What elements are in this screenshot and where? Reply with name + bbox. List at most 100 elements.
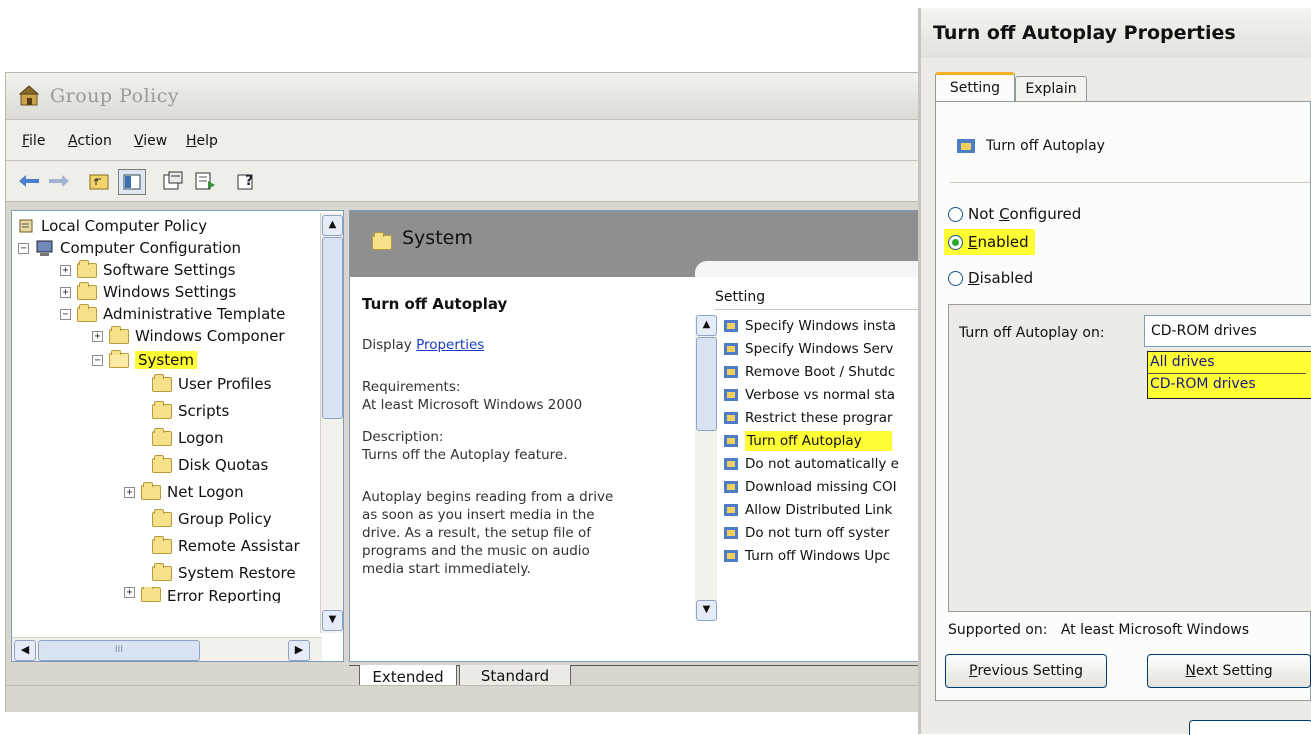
expand-icon[interactable]: + bbox=[60, 264, 71, 276]
scroll-left-button[interactable]: ◀ bbox=[14, 640, 36, 661]
dropdown-option-all-drives[interactable]: All drives bbox=[1148, 352, 1306, 374]
setting-row[interactable]: Do not automatically e bbox=[723, 453, 899, 475]
tree-item-windows-components[interactable]: + Windows Componer bbox=[92, 325, 285, 347]
scroll-right-button[interactable]: ▶ bbox=[288, 640, 310, 661]
setting-row[interactable]: Remove Boot / Shutdc bbox=[723, 361, 895, 383]
collapse-icon[interactable]: − bbox=[92, 354, 103, 366]
horizontal-scroll-thumb[interactable]: III bbox=[38, 640, 200, 661]
tree-horizontal-scrollbar[interactable]: ◀ III ▶ bbox=[12, 637, 322, 661]
description-body-line: media start immediately. bbox=[362, 561, 531, 577]
radio-button-selected[interactable] bbox=[948, 234, 963, 250]
export-list-icon[interactable] bbox=[192, 169, 218, 193]
scroll-up-button[interactable]: ▲ bbox=[696, 315, 717, 336]
folder-icon bbox=[152, 454, 172, 473]
tab-explain[interactable]: Explain bbox=[1015, 76, 1087, 102]
requirements-value: At least Microsoft Windows 2000 bbox=[362, 397, 583, 413]
tree-item-windows-settings[interactable]: + Windows Settings bbox=[60, 281, 236, 303]
tree-item-system-restore[interactable]: System Restore bbox=[152, 562, 296, 584]
scroll-thumb[interactable] bbox=[322, 237, 343, 419]
content-header-title: System bbox=[402, 227, 473, 249]
tree-item-administrative-templates[interactable]: − Administrative Template bbox=[60, 303, 285, 325]
tree-pane[interactable]: Local Computer Policy − Computer Configu… bbox=[11, 210, 344, 662]
radio-button[interactable] bbox=[948, 206, 963, 222]
tab-setting[interactable]: Setting bbox=[935, 72, 1015, 102]
group-policy-icon bbox=[18, 85, 40, 106]
folder-icon bbox=[152, 535, 172, 554]
dialog-titlebar: Turn off Autoplay Properties bbox=[921, 8, 1311, 58]
menu-view[interactable]: View bbox=[134, 133, 167, 149]
expand-icon[interactable]: + bbox=[92, 330, 103, 342]
tree-item-system[interactable]: − System bbox=[92, 349, 197, 371]
computer-icon bbox=[36, 240, 53, 256]
properties-icon[interactable] bbox=[160, 169, 186, 193]
dropdown-option-cd-rom[interactable]: CD-ROM drives bbox=[1148, 374, 1308, 396]
setting-title: Turn off Autoplay bbox=[362, 295, 508, 313]
scroll-thumb[interactable] bbox=[696, 337, 717, 431]
menubar: File Action View Help bbox=[6, 120, 934, 161]
option-disabled[interactable]: Disabled bbox=[948, 269, 1033, 287]
settings-scrollbar[interactable]: ▲ ▼ bbox=[695, 315, 717, 621]
tree-vertical-scrollbar[interactable]: ▲ ▼ bbox=[320, 213, 343, 633]
radio-button[interactable] bbox=[948, 270, 963, 286]
policy-setting-icon bbox=[724, 550, 738, 562]
policy-setting-icon bbox=[724, 320, 738, 332]
expand-icon[interactable]: + bbox=[124, 486, 135, 498]
forward-arrow-icon[interactable] bbox=[46, 169, 72, 193]
drives-dropdown-list[interactable]: All drives CD-ROM drives bbox=[1147, 351, 1311, 399]
description-body-line: Autoplay begins reading from a drive bbox=[362, 489, 614, 505]
scroll-down-button[interactable]: ▼ bbox=[322, 610, 343, 631]
folder-icon bbox=[152, 427, 172, 446]
column-header-setting[interactable]: Setting bbox=[715, 289, 933, 310]
drives-select[interactable]: CD-ROM drives bbox=[1144, 315, 1311, 347]
help-icon[interactable]: ? bbox=[234, 169, 260, 193]
next-setting-button[interactable]: Next Setting bbox=[1147, 654, 1311, 688]
tree-item-remote-assistance[interactable]: Remote Assistar bbox=[152, 535, 300, 557]
folder-icon bbox=[152, 400, 172, 419]
tree-item-logon[interactable]: Logon bbox=[152, 427, 223, 449]
tree-item-computer-configuration[interactable]: − Computer Configuration bbox=[18, 237, 241, 259]
folder-icon bbox=[141, 481, 161, 500]
setting-row[interactable]: Verbose vs normal sta bbox=[723, 384, 895, 406]
tree-item-local-computer-policy[interactable]: Local Computer Policy bbox=[18, 215, 207, 237]
show-tree-icon[interactable] bbox=[118, 169, 146, 195]
setting-row[interactable]: Allow Distributed Link bbox=[723, 499, 892, 521]
policy-setting-icon bbox=[724, 435, 738, 447]
collapse-icon[interactable]: − bbox=[60, 308, 71, 320]
policy-icon bbox=[19, 219, 33, 233]
scroll-up-button[interactable]: ▲ bbox=[322, 215, 343, 236]
tree-item-software-settings[interactable]: + Software Settings bbox=[60, 259, 235, 281]
setting-row[interactable]: Download missing COI bbox=[723, 476, 897, 498]
folder-icon bbox=[152, 562, 172, 581]
policy-setting-icon bbox=[724, 412, 738, 424]
option-not-configured[interactable]: Not Configured bbox=[948, 205, 1081, 223]
ok-button[interactable] bbox=[1189, 720, 1311, 735]
folder-icon bbox=[77, 259, 97, 278]
description-body-line: programs and the music on audio bbox=[362, 543, 590, 559]
up-folder-icon[interactable] bbox=[86, 169, 112, 193]
svg-text:?: ? bbox=[245, 173, 253, 189]
tree-item-disk-quotas[interactable]: Disk Quotas bbox=[152, 454, 268, 476]
tree-item-user-profiles[interactable]: User Profiles bbox=[152, 373, 271, 395]
tree-item-error-reporting[interactable]: + Error Reporting bbox=[124, 587, 281, 603]
menu-action[interactable]: Action bbox=[68, 133, 112, 149]
menu-file[interactable]: File bbox=[22, 133, 45, 149]
option-enabled[interactable]: Enabled bbox=[944, 229, 1035, 255]
previous-setting-button[interactable]: Previous Setting bbox=[945, 654, 1107, 688]
expand-icon[interactable]: + bbox=[60, 286, 71, 298]
expand-icon[interactable]: + bbox=[124, 587, 135, 598]
setting-row[interactable]: Specify Windows insta bbox=[723, 315, 896, 337]
menu-help[interactable]: Help bbox=[186, 133, 218, 149]
description-label: Description: bbox=[362, 429, 444, 445]
setting-row[interactable]: Specify Windows Serv bbox=[723, 338, 893, 360]
tree-item-group-policy[interactable]: Group Policy bbox=[152, 508, 272, 530]
tree-item-scripts[interactable]: Scripts bbox=[152, 400, 229, 422]
tree-item-net-logon[interactable]: + Net Logon bbox=[124, 481, 244, 503]
setting-row[interactable]: Do not turn off syster bbox=[723, 522, 889, 544]
collapse-icon[interactable]: − bbox=[18, 242, 29, 254]
setting-row[interactable]: Restrict these prograr bbox=[723, 407, 893, 429]
back-arrow-icon[interactable] bbox=[16, 169, 42, 193]
scroll-down-button[interactable]: ▼ bbox=[696, 600, 717, 621]
properties-link[interactable]: Properties bbox=[416, 337, 484, 353]
setting-row[interactable]: Turn off Windows Upc bbox=[723, 545, 890, 567]
setting-row-selected[interactable]: Turn off Autoplay bbox=[723, 430, 892, 452]
